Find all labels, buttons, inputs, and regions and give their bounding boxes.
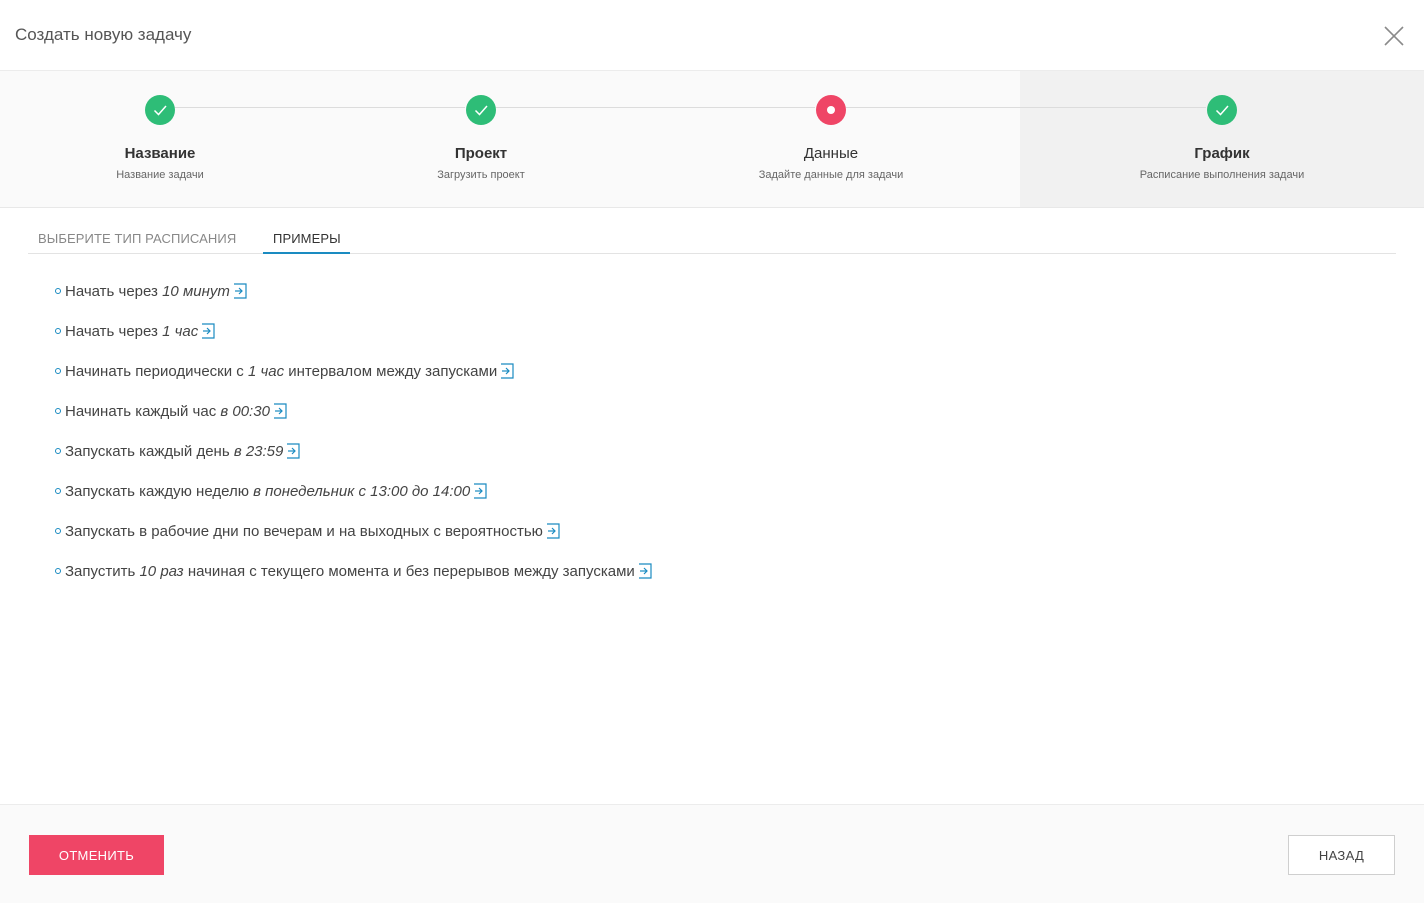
step-data[interactable]: Данные Задайте данные для задачи bbox=[681, 71, 981, 207]
step-subtitle: Расписание выполнения задачи bbox=[1139, 169, 1305, 181]
bullet-icon bbox=[55, 568, 61, 574]
example-value: 1 час bbox=[247, 363, 285, 380]
bullet-icon bbox=[55, 328, 61, 334]
example-text: Начать через bbox=[65, 323, 163, 340]
example-value: 1 час bbox=[162, 323, 199, 340]
step-subtitle: Задайте данные для задачи bbox=[758, 169, 904, 181]
back-button[interactable]: НАЗАД bbox=[1288, 835, 1395, 875]
bullet-icon bbox=[55, 408, 61, 414]
bullet-icon bbox=[55, 528, 61, 534]
apply-icon[interactable] bbox=[638, 563, 652, 579]
dialog-footer: ОТМЕНИТЬ НАЗАД bbox=[0, 804, 1424, 903]
tab-schedule-type[interactable]: ВЫБЕРИТЕ ТИП РАСПИСАНИЯ bbox=[38, 231, 236, 246]
example-text: Начинать периодически с bbox=[65, 363, 248, 380]
step-current-badge bbox=[816, 95, 846, 125]
apply-icon[interactable] bbox=[201, 323, 215, 339]
close-icon bbox=[1384, 26, 1404, 46]
check-icon bbox=[153, 105, 167, 116]
dialog-title: Создать новую задачу bbox=[15, 25, 192, 44]
step-done-badge bbox=[466, 95, 496, 125]
example-item[interactable]: Запускать в рабочие дни по вечерам и на … bbox=[55, 523, 560, 547]
example-value: в 00:30 bbox=[220, 403, 270, 420]
apply-icon[interactable] bbox=[546, 523, 560, 539]
example-item[interactable]: Запустить 10 раз начиная с текущего моме… bbox=[55, 563, 652, 587]
dialog-header: Создать новую задачу bbox=[0, 0, 1424, 71]
step-schedule[interactable]: График Расписание выполнения задачи bbox=[1072, 71, 1372, 207]
example-item[interactable]: Запускать каждую неделю в понедельник с … bbox=[55, 483, 487, 507]
step-done-badge bbox=[145, 95, 175, 125]
apply-icon[interactable] bbox=[233, 283, 247, 299]
example-value: 10 раз bbox=[139, 563, 184, 580]
apply-icon[interactable] bbox=[286, 443, 300, 459]
cancel-button[interactable]: ОТМЕНИТЬ bbox=[29, 835, 164, 875]
step-subtitle: Название задачи bbox=[116, 169, 204, 181]
example-text: начиная с текущего момента и без перерыв… bbox=[183, 563, 635, 580]
example-item[interactable]: Начинать каждый час в 00:30 bbox=[55, 403, 287, 427]
example-text: интервалом между запусками bbox=[284, 363, 498, 380]
close-button[interactable] bbox=[1380, 22, 1408, 50]
example-item[interactable]: Начать через 10 минут bbox=[55, 283, 247, 307]
example-text: Начать через bbox=[65, 283, 163, 300]
step-done-badge bbox=[1207, 95, 1237, 125]
step-title: График bbox=[1194, 145, 1250, 162]
example-item[interactable]: Начать через 1 час bbox=[55, 323, 215, 347]
step-title: Название bbox=[124, 145, 196, 162]
example-text: Начинать каждый час bbox=[65, 403, 221, 420]
example-value: 10 минут bbox=[162, 283, 230, 300]
example-value: в понедельник с 13:00 до 14:00 bbox=[253, 483, 471, 500]
step-title: Данные bbox=[803, 145, 859, 162]
check-icon bbox=[474, 105, 488, 116]
step-name[interactable]: Название Название задачи bbox=[10, 71, 310, 207]
schedule-tabs: ВЫБЕРИТЕ ТИП РАСПИСАНИЯ ПРИМЕРЫ bbox=[28, 208, 1396, 254]
tab-examples[interactable]: ПРИМЕРЫ bbox=[273, 231, 341, 246]
wizard-stepper: Название Название задачи Проект Загрузит… bbox=[0, 71, 1424, 208]
example-item[interactable]: Начинать периодически с 1 час интервалом… bbox=[55, 363, 514, 387]
example-text: Запустить bbox=[65, 563, 140, 580]
step-title: Проект bbox=[454, 145, 508, 162]
bullet-icon bbox=[55, 488, 61, 494]
tab-active-indicator bbox=[263, 252, 350, 254]
bullet-icon bbox=[55, 288, 61, 294]
example-text: Запускать каждую неделю bbox=[65, 483, 254, 500]
example-text: Запускать каждый день bbox=[65, 443, 234, 460]
apply-icon[interactable] bbox=[473, 483, 487, 499]
example-text: Запускать в рабочие дни по вечерам и на … bbox=[65, 523, 543, 540]
example-value: в 23:59 bbox=[233, 443, 284, 460]
check-icon bbox=[1215, 105, 1229, 116]
apply-icon[interactable] bbox=[500, 363, 514, 379]
bullet-icon bbox=[55, 448, 61, 454]
step-project[interactable]: Проект Загрузить проект bbox=[331, 71, 631, 207]
step-subtitle: Загрузить проект bbox=[437, 169, 525, 181]
example-item[interactable]: Запускать каждый день в 23:59 bbox=[55, 443, 300, 467]
bullet-icon bbox=[55, 368, 61, 374]
dot-icon bbox=[827, 106, 835, 114]
apply-icon[interactable] bbox=[273, 403, 287, 419]
